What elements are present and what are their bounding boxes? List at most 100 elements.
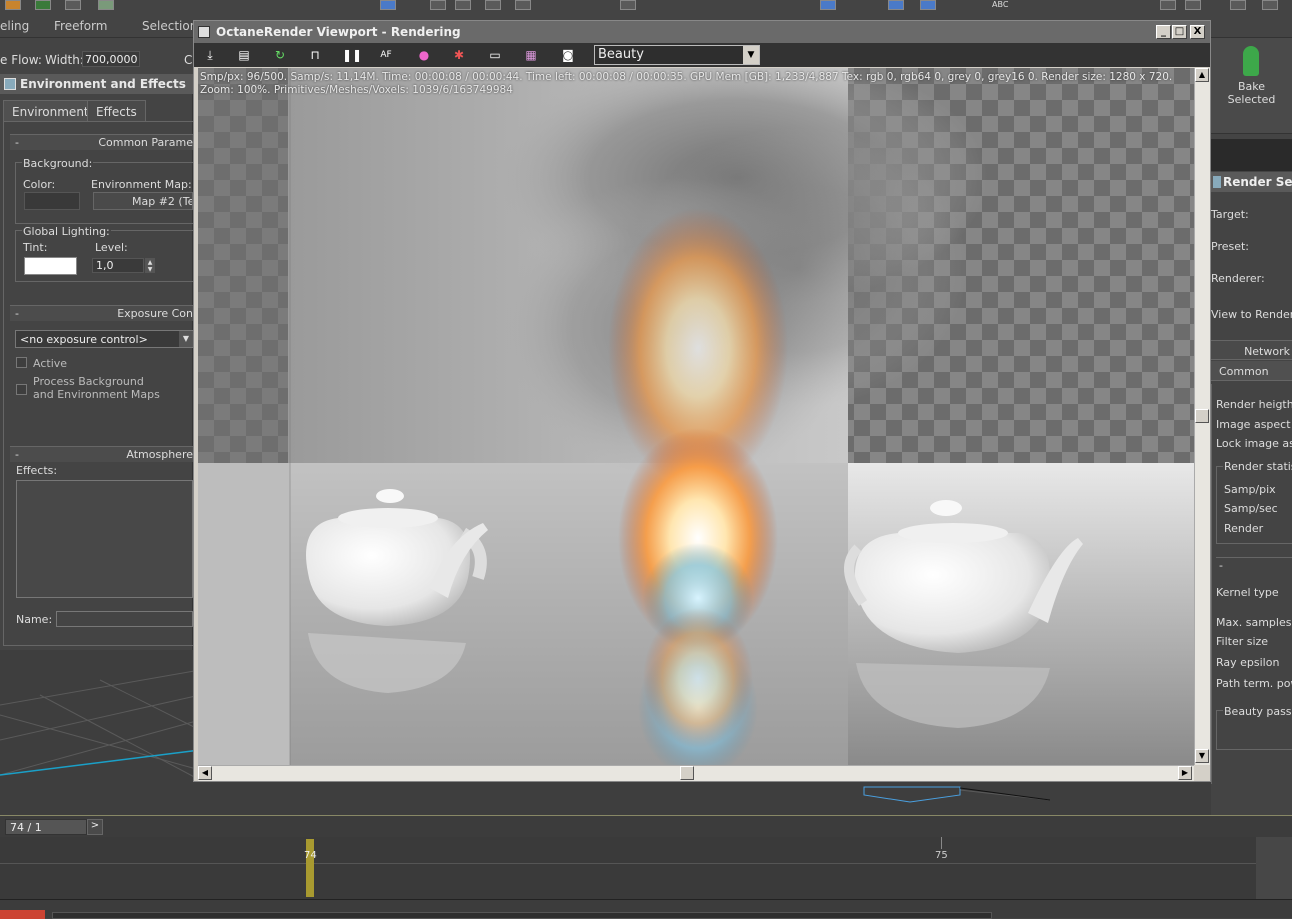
- viewport-icon[interactable]: ▭: [487, 47, 503, 63]
- toolbar-icon[interactable]: [820, 0, 836, 10]
- level-label: Level:: [95, 241, 128, 254]
- scroll-right-icon[interactable]: ▶: [1178, 766, 1192, 780]
- toolbar-icon[interactable]: [888, 0, 904, 10]
- ribbon-panel: e Flow: Width: 700,0000 C: [0, 38, 200, 74]
- vertical-scroll-thumb[interactable]: [1195, 409, 1209, 423]
- scroll-down-icon[interactable]: ▼: [1195, 749, 1209, 763]
- region-select-icon[interactable]: [455, 0, 471, 10]
- track-bar[interactable]: 74 75: [0, 837, 1258, 899]
- ribbon-tab-selection[interactable]: Selection: [142, 19, 197, 33]
- env-dialog-titlebar[interactable]: Environment and Effects: [0, 74, 193, 94]
- chevron-down-icon[interactable]: ▼: [179, 331, 193, 347]
- restart-render-icon[interactable]: ↻: [272, 47, 288, 63]
- toolbar-icon[interactable]: [1262, 0, 1278, 10]
- collapse-icon[interactable]: -: [15, 136, 19, 149]
- bake-selected-button[interactable]: Bake Selected: [1211, 38, 1292, 134]
- collapse-icon[interactable]: -: [15, 448, 19, 461]
- max-samples-label: Max. samples: [1216, 616, 1292, 629]
- tab-network[interactable]: Network: [1211, 340, 1292, 360]
- panel-spacer: [1211, 139, 1292, 171]
- tint-label: Tint:: [23, 241, 48, 254]
- octane-window-title: OctaneRender Viewport - Rendering: [216, 25, 461, 39]
- image-aspect-label: Image aspect: [1216, 418, 1291, 431]
- octane-viewport-window: OctaneRender Viewport - Rendering _ □ X …: [193, 20, 1211, 782]
- color-picker-icon[interactable]: ●: [416, 47, 432, 63]
- toolbar-icon[interactable]: [35, 0, 51, 10]
- camera-icon[interactable]: ◙: [560, 47, 576, 63]
- ribbon-tab-freeform[interactable]: Freeform: [54, 19, 107, 33]
- env-map-label: Environment Map:: [91, 178, 192, 191]
- region-select-icon[interactable]: [515, 0, 531, 10]
- toolbar-icon[interactable]: [1230, 0, 1246, 10]
- active-label: Active: [33, 357, 68, 370]
- lock-icon[interactable]: ⊓: [307, 47, 323, 63]
- render-pass-select[interactable]: Beauty ▼: [594, 45, 760, 65]
- focus-picker-icon[interactable]: AF: [378, 47, 394, 63]
- maximize-button[interactable]: □: [1172, 25, 1187, 39]
- vertical-scrollbar[interactable]: ▲ ▼: [1194, 68, 1210, 765]
- level-spinner-arrows[interactable]: ▲ ▼: [145, 258, 155, 273]
- tab-effects[interactable]: Effects: [87, 100, 146, 122]
- toolbar-icon[interactable]: [380, 0, 396, 10]
- close-button[interactable]: X: [1190, 25, 1205, 39]
- atmosphere-rollout[interactable]: - Atmosphere: [10, 446, 193, 462]
- chevron-down-icon[interactable]: ▼: [743, 46, 759, 64]
- tint-color-swatch[interactable]: [24, 257, 77, 275]
- toolbar-icon[interactable]: [98, 0, 114, 10]
- abc-label: ABC: [992, 0, 1009, 9]
- time-slider-bar: 74 / 1 >: [0, 815, 1292, 837]
- toolbar-icon[interactable]: [920, 0, 936, 10]
- common-params-rollout[interactable]: - Common Parame: [10, 134, 193, 150]
- toolbar-icon[interactable]: [620, 0, 636, 10]
- status-bar: [0, 899, 1292, 919]
- effect-name-field[interactable]: [56, 611, 193, 627]
- clipboard-icon[interactable]: ▤: [236, 47, 252, 63]
- samp-pix-label: Samp/pix: [1224, 483, 1276, 496]
- tab-common[interactable]: Common: [1211, 361, 1292, 381]
- width-field[interactable]: 700,0000: [82, 51, 140, 67]
- region-render-icon[interactable]: ✱: [451, 47, 467, 63]
- render-setup-dialog: Render Setu Target: Preset: Renderer: Vi…: [1211, 172, 1292, 784]
- level-spinner[interactable]: 1,0: [92, 258, 144, 273]
- toolbar-icon[interactable]: [1185, 0, 1201, 10]
- region-select-icon[interactable]: [485, 0, 501, 10]
- render-pass-value: Beauty: [598, 47, 644, 62]
- scroll-left-icon[interactable]: ◀: [198, 766, 212, 780]
- next-frame-button[interactable]: >: [87, 819, 103, 835]
- preset-label: Preset:: [1211, 240, 1250, 253]
- toolbar-icon[interactable]: [1160, 0, 1176, 10]
- scroll-up-icon[interactable]: ▲: [1195, 68, 1209, 82]
- width-label: Width:: [45, 53, 84, 67]
- ribbon-tab-modeling[interactable]: eling: [0, 19, 29, 33]
- time-slider-handle[interactable]: [306, 839, 314, 897]
- view-to-render-label: View to Render:: [1211, 308, 1292, 321]
- background-color-swatch[interactable]: [24, 192, 80, 210]
- film-settings-icon[interactable]: ▦: [523, 47, 539, 63]
- render-setup-titlebar[interactable]: Render Setu: [1211, 172, 1292, 192]
- frame-counter[interactable]: 74 / 1: [5, 819, 87, 835]
- octane-titlebar[interactable]: OctaneRender Viewport - Rendering _ □ X: [194, 21, 1210, 43]
- minimize-button[interactable]: _: [1156, 25, 1171, 39]
- toolbar-icon[interactable]: [5, 0, 21, 10]
- toolbar-icon[interactable]: [65, 0, 81, 10]
- env-map-button[interactable]: Map #2 (Te: [93, 192, 193, 210]
- collapse-icon[interactable]: -: [15, 307, 19, 320]
- tab-environment[interactable]: Environment: [3, 100, 98, 122]
- render-image[interactable]: [198, 68, 1194, 765]
- horizontal-scrollbar[interactable]: ◀ ▶: [198, 765, 1194, 781]
- pause-icon[interactable]: ❚❚: [342, 47, 362, 63]
- atmosphere-effects-list[interactable]: [16, 480, 193, 598]
- exposure-control-select[interactable]: <no exposure control>: [15, 330, 193, 348]
- save-image-icon[interactable]: ⤓: [202, 47, 218, 63]
- rollout-title: Common Parame: [98, 136, 193, 149]
- color-label: Color:: [23, 178, 56, 191]
- exposure-control-rollout[interactable]: - Exposure Con: [10, 305, 193, 321]
- samp-sec-label: Samp/sec: [1224, 502, 1278, 515]
- kernel-rollout[interactable]: -: [1216, 557, 1292, 573]
- process-background-checkbox[interactable]: [16, 384, 27, 395]
- active-checkbox[interactable]: [16, 357, 27, 368]
- global-lighting-label: Global Lighting:: [22, 225, 111, 238]
- track-bar-side: [1256, 837, 1292, 899]
- select-icon[interactable]: [430, 0, 446, 10]
- horizontal-scroll-thumb[interactable]: [680, 766, 694, 780]
